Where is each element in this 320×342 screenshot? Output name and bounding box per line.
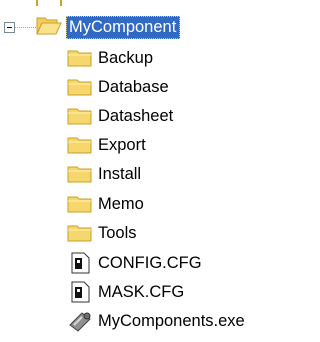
folder-icon	[66, 47, 94, 69]
tree-item-label[interactable]: Install	[98, 162, 141, 186]
folder-tree: MyComponent Backup Database Datasheet Ex…	[0, 0, 316, 342]
config-file-icon	[66, 252, 94, 274]
tree-item-label[interactable]: Export	[98, 133, 146, 157]
tree-item-label[interactable]: CONFIG.CFG	[98, 251, 202, 275]
tree-item-label[interactable]: Database	[98, 75, 169, 99]
tree-item-label[interactable]: Memo	[98, 192, 144, 216]
folder-icon	[66, 134, 94, 156]
folder-icon	[66, 163, 94, 185]
tree-item-label[interactable]: MASK.CFG	[98, 280, 184, 304]
folder-icon	[66, 105, 94, 127]
tree-item-label[interactable]: Tools	[98, 221, 137, 245]
config-file-icon	[66, 281, 94, 303]
folder-icon	[66, 193, 94, 215]
executable-icon	[66, 310, 94, 332]
folder-open-icon	[36, 14, 62, 38]
tree-item-label[interactable]: Datasheet	[98, 104, 173, 128]
folder-icon	[66, 222, 94, 244]
collapse-minus-icon[interactable]	[4, 22, 15, 33]
tree-item-label[interactable]: MyComponents.exe	[98, 309, 245, 333]
tree-root-label[interactable]: MyComponent	[66, 16, 181, 39]
tree-item-label[interactable]: Backup	[98, 46, 153, 70]
parent-connector	[36, 0, 62, 6]
folder-icon	[66, 76, 94, 98]
